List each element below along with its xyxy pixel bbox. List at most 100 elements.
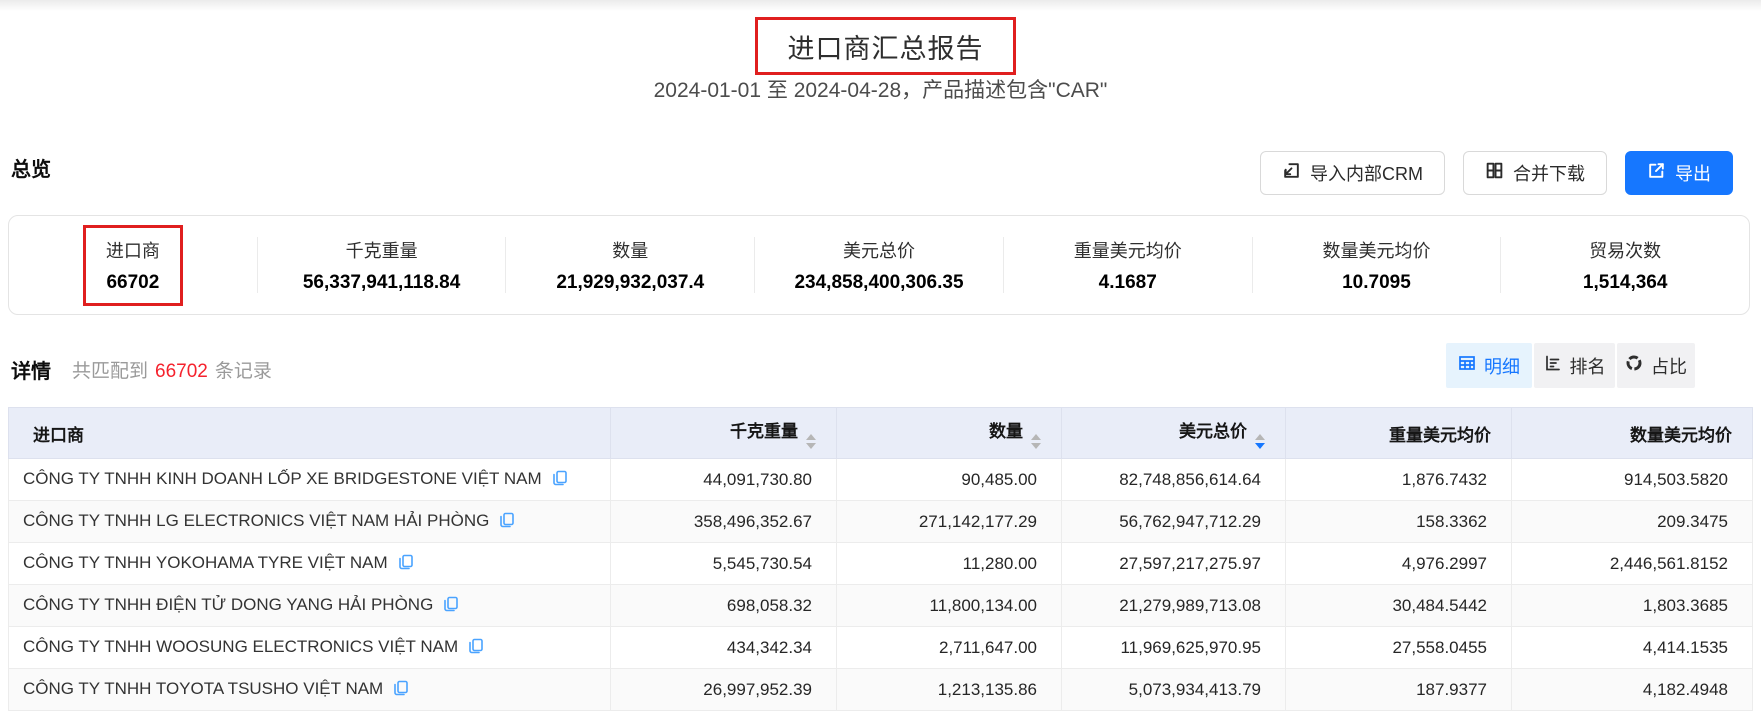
match-count-line: 共匹配到66702条记录 (72, 356, 272, 383)
kg-weight-cell: 44,091,730.80 (611, 459, 837, 501)
overview-heading: 总览 (11, 153, 51, 182)
qty-usd-avg-cell: 1,803.3685 (1512, 585, 1753, 627)
column-importer: 进口商 (9, 408, 611, 459)
table-row[interactable]: CÔNG TY TNHH YOKOHAMA TYRE VIỆT NAM 5,54… (9, 543, 1753, 585)
qty-usd-avg-cell: 2,446,561.8152 (1512, 543, 1753, 585)
copy-icon[interactable] (499, 513, 515, 532)
weight-usd-avg-cell: 1,876.7432 (1286, 459, 1512, 501)
report-subtitle: 2024-01-01 至 2024-04-28，产品描述包含"CAR" (0, 74, 1761, 104)
pie-icon (1625, 354, 1643, 377)
export-icon (1647, 161, 1666, 185)
table-row[interactable]: CÔNG TY TNHH ĐIỆN TỬ DONG YANG HẢI PHÒNG… (9, 585, 1753, 627)
usd-total-cell: 82,748,856,614.64 (1062, 459, 1286, 501)
importer-summary-report-page: 进口商汇总报告 2024-01-01 至 2024-04-28，产品描述包含"C… (0, 0, 1761, 713)
import-crm-label: 导入内部CRM (1310, 160, 1423, 186)
tab-ranking-view[interactable]: 排名 (1534, 343, 1615, 388)
column-weight-usd-avg: 重量美元均价 (1286, 408, 1512, 459)
usd-total-cell: 5,073,934,413.79 (1062, 669, 1286, 711)
stat-label: 重量美元均价 (1004, 237, 1252, 263)
overview-stats-card: 进口商 66702 千克重量 56,337,941,118.84 数量 21,9… (8, 215, 1750, 315)
quantity-cell: 11,280.00 (837, 543, 1062, 585)
stat-label: 千克重量 (258, 237, 506, 263)
kg-weight-cell: 698,058.32 (611, 585, 837, 627)
qty-usd-avg-cell: 4,414.1535 (1512, 627, 1753, 669)
usd-total-cell: 27,597,217,275.97 (1062, 543, 1286, 585)
merge-download-icon (1485, 161, 1504, 185)
stat-value: 56,337,941,118.84 (258, 272, 506, 294)
quantity-cell: 11,800,134.00 (837, 585, 1062, 627)
usd-total-cell: 56,762,947,712.29 (1062, 501, 1286, 543)
stat-label: 数量美元均价 (1253, 237, 1501, 263)
table-row[interactable]: CÔNG TY TNHH TOYOTA TSUSHO VIỆT NAM 26,9… (9, 669, 1753, 711)
importers-table: 进口商 千克重量 数量 美元总价 重量美元均价 数量美元均价 CÔNG TY T… (8, 407, 1753, 711)
stat-label: 进口商 (9, 237, 257, 263)
copy-icon[interactable] (393, 681, 409, 700)
importer-name-cell: CÔNG TY TNHH YOKOHAMA TYRE VIỆT NAM (9, 543, 611, 585)
weight-usd-avg-cell: 4,976.2997 (1286, 543, 1512, 585)
stat-value: 21,929,932,037.4 (506, 272, 754, 294)
import-crm-icon (1282, 161, 1301, 185)
stat-usd-total: 美元总价 234,858,400,306.35 (755, 237, 1003, 294)
match-prefix: 共匹配到 (72, 361, 148, 382)
weight-usd-avg-cell: 30,484.5442 (1286, 585, 1512, 627)
export-button[interactable]: 导出 (1625, 151, 1733, 195)
importer-name-cell: CÔNG TY TNHH WOOSUNG ELECTRONICS VIỆT NA… (9, 627, 611, 669)
importer-name-cell: CÔNG TY TNHH ĐIỆN TỬ DONG YANG HẢI PHÒNG (9, 585, 611, 627)
export-label: 导出 (1675, 160, 1711, 186)
stat-value: 66702 (9, 272, 257, 294)
sort-carets-icon (1255, 434, 1265, 449)
import-crm-button[interactable]: 导入内部CRM (1260, 151, 1445, 195)
top-fade-decoration (0, 0, 1761, 11)
page-title: 进口商汇总报告 (788, 27, 984, 66)
column-kg-weight-sortable[interactable]: 千克重量 (611, 408, 837, 459)
weight-usd-avg-cell: 187.9377 (1286, 669, 1512, 711)
details-heading: 详情 (11, 355, 51, 384)
importer-name-cell: CÔNG TY TNHH LG ELECTRONICS VIỆT NAM HẢI… (9, 501, 611, 543)
tab-detail-view[interactable]: 明细 (1446, 343, 1532, 388)
kg-weight-cell: 358,496,352.67 (611, 501, 837, 543)
column-qty-usd-avg: 数量美元均价 (1512, 408, 1753, 459)
stat-kg-weight: 千克重量 56,337,941,118.84 (258, 237, 506, 294)
weight-usd-avg-cell: 158.3362 (1286, 501, 1512, 543)
table-row[interactable]: CÔNG TY TNHH KINH DOANH LỐP XE BRIDGESTO… (9, 459, 1753, 501)
table-header-row: 进口商 千克重量 数量 美元总价 重量美元均价 数量美元均价 (9, 408, 1753, 459)
stat-value: 4.1687 (1004, 272, 1252, 294)
column-usd-total-sortable[interactable]: 美元总价 (1062, 408, 1286, 459)
usd-total-cell: 21,279,989,713.08 (1062, 585, 1286, 627)
qty-usd-avg-cell: 4,182.4948 (1512, 669, 1753, 711)
kg-weight-cell: 434,342.34 (611, 627, 837, 669)
merge-download-button[interactable]: 合并下载 (1463, 151, 1607, 195)
annotation-box-title: 进口商汇总报告 (755, 17, 1016, 75)
weight-usd-avg-cell: 27,558.0455 (1286, 627, 1512, 669)
copy-icon[interactable] (398, 555, 414, 574)
table-row[interactable]: CÔNG TY TNHH WOOSUNG ELECTRONICS VIỆT NA… (9, 627, 1753, 669)
stat-label: 数量 (506, 237, 754, 263)
usd-total-cell: 11,969,625,970.95 (1062, 627, 1286, 669)
stat-importers: 进口商 66702 (9, 237, 257, 294)
qty-usd-avg-cell: 914,503.5820 (1512, 459, 1753, 501)
copy-icon[interactable] (552, 471, 568, 490)
stat-value: 1,514,364 (1501, 272, 1749, 294)
sort-carets-icon (1031, 434, 1041, 449)
column-quantity-sortable[interactable]: 数量 (837, 408, 1062, 459)
tab-label: 明细 (1484, 353, 1520, 379)
table-icon (1458, 354, 1476, 377)
stat-trade-count: 贸易次数 1,514,364 (1501, 237, 1749, 294)
stat-value: 234,858,400,306.35 (755, 272, 1003, 294)
qty-usd-avg-cell: 209.3475 (1512, 501, 1753, 543)
quantity-cell: 90,485.00 (837, 459, 1062, 501)
importer-name-cell: CÔNG TY TNHH TOYOTA TSUSHO VIỆT NAM (9, 669, 611, 711)
merge-download-label: 合并下载 (1513, 160, 1585, 186)
view-switch: 明细 排名 占比 (1446, 343, 1695, 388)
table-row[interactable]: CÔNG TY TNHH LG ELECTRONICS VIỆT NAM HẢI… (9, 501, 1753, 543)
sort-carets-icon (806, 434, 816, 449)
copy-icon[interactable] (443, 597, 459, 616)
stat-weight-usd-avg: 重量美元均价 4.1687 (1004, 237, 1252, 294)
stat-label: 贸易次数 (1501, 237, 1749, 263)
tab-label: 占比 (1651, 353, 1687, 379)
tab-label: 排名 (1570, 353, 1606, 379)
copy-icon[interactable] (468, 639, 484, 658)
tab-share-view[interactable]: 占比 (1617, 343, 1695, 388)
match-suffix: 条记录 (215, 361, 272, 382)
importer-name-cell: CÔNG TY TNHH KINH DOANH LỐP XE BRIDGESTO… (9, 459, 611, 501)
